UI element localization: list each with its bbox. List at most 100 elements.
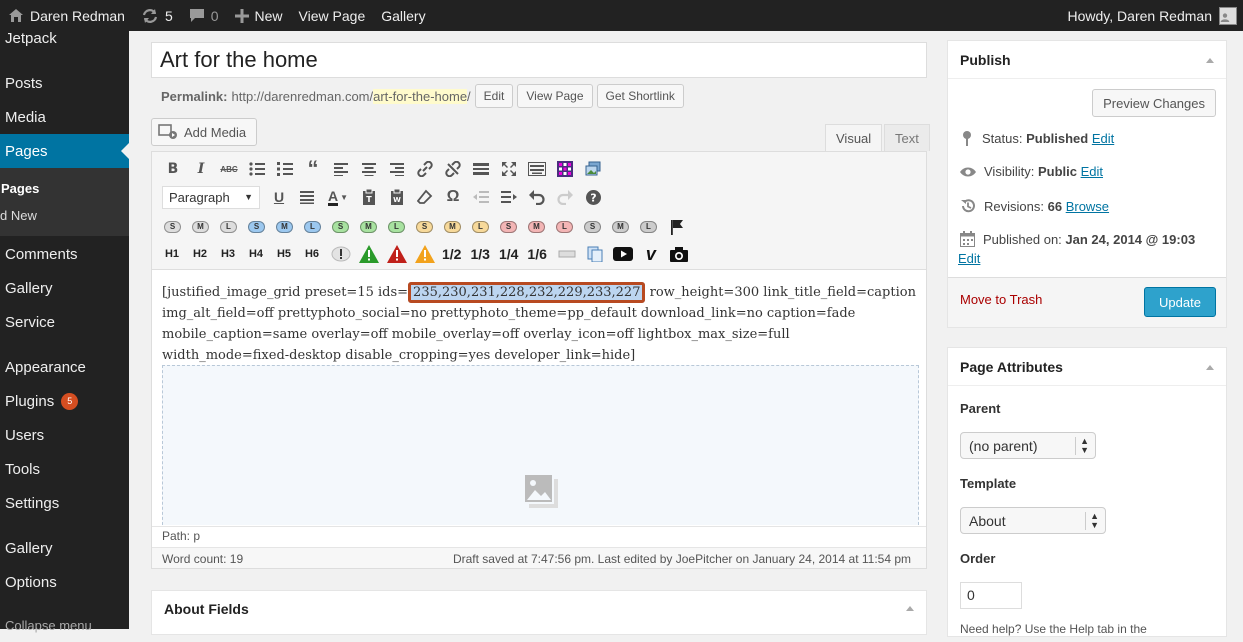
heading-1-button[interactable]: H1	[162, 248, 182, 260]
sidebar-item-gallery-2[interactable]: Gallery	[0, 531, 129, 565]
sidebar-item-posts[interactable]: Posts	[0, 66, 129, 100]
text-color-button[interactable]: A ▼	[324, 186, 352, 208]
unlink-button[interactable]	[442, 158, 464, 180]
bullet-list-button[interactable]	[246, 158, 268, 180]
error-alert-button[interactable]	[386, 243, 408, 265]
update-button[interactable]: Update	[1144, 287, 1216, 317]
sidebar-item-plugins[interactable]: Plugins 5	[0, 384, 129, 418]
paste-as-text-button[interactable]: T	[358, 186, 380, 208]
shortcode-button[interactable]: S	[582, 218, 604, 236]
shortcode-button[interactable]: L	[218, 218, 240, 236]
heading-2-button[interactable]: H2	[190, 248, 210, 260]
editor-content[interactable]: [justified_image_grid preset=15 ids= 235,…	[162, 282, 918, 366]
fullscreen-button[interactable]	[498, 158, 520, 180]
chevron-up-icon[interactable]	[1206, 365, 1214, 370]
tab-visual[interactable]: Visual	[825, 124, 883, 151]
browse-revisions-link[interactable]: Browse	[1066, 199, 1109, 214]
move-to-trash-link[interactable]: Move to Trash	[960, 292, 1042, 307]
preview-changes-button[interactable]: Preview Changes	[1092, 89, 1216, 117]
italic-button[interactable]: I	[190, 158, 212, 180]
justify-button[interactable]	[296, 186, 318, 208]
get-shortlink-button[interactable]: Get Shortlink	[596, 84, 684, 108]
paste-from-word-button[interactable]: W	[386, 186, 408, 208]
warning-alert-button[interactable]	[414, 243, 436, 265]
shortcode-button[interactable]: L	[386, 218, 408, 236]
special-character-button[interactable]: Ω	[442, 186, 464, 208]
sidebar-item-users[interactable]: Users	[0, 418, 129, 452]
sidebar-item-settings[interactable]: Settings	[0, 486, 129, 520]
order-input[interactable]: 0	[960, 582, 1022, 609]
heading-3-button[interactable]: H3	[218, 248, 238, 260]
permalink-slug[interactable]: art-for-the-home	[373, 88, 468, 104]
column-third-button[interactable]: 1/3	[470, 246, 489, 262]
indent-button[interactable]	[498, 186, 520, 208]
column-quarter-button[interactable]: 1/4	[499, 246, 518, 262]
tab-text[interactable]: Text	[884, 124, 930, 151]
sidebar-item-tools[interactable]: Tools	[0, 452, 129, 486]
chevron-up-icon[interactable]	[1206, 58, 1214, 63]
parent-select[interactable]: (no parent) ▲ ▼	[960, 432, 1096, 459]
chevron-up-icon[interactable]	[906, 606, 914, 611]
toolbar-toggle-button[interactable]	[526, 158, 548, 180]
align-center-button[interactable]	[358, 158, 380, 180]
shortcode-button[interactable]: M	[442, 218, 464, 236]
clear-formatting-button[interactable]	[414, 186, 436, 208]
sidebar-item-appearance[interactable]: Appearance	[0, 350, 129, 384]
redo-button[interactable]	[554, 186, 576, 208]
new-content-link[interactable]: New	[227, 0, 291, 31]
my-account-link[interactable]: Howdy, Daren Redman	[1060, 0, 1243, 31]
heading-5-button[interactable]: H5	[274, 248, 294, 260]
underline-button[interactable]: U	[268, 186, 290, 208]
comments-link[interactable]: 0	[181, 0, 227, 31]
blockquote-button[interactable]: “	[302, 158, 324, 180]
shortcode-button[interactable]: S	[162, 218, 184, 236]
shortcode-button[interactable]: M	[358, 218, 380, 236]
submenu-all-pages[interactable]: Pages	[1, 181, 39, 196]
gallery-grid-button[interactable]	[554, 158, 576, 180]
sidebar-item-options[interactable]: Options	[0, 565, 129, 599]
gallery-link[interactable]: Gallery	[373, 0, 433, 31]
numbered-list-button[interactable]	[274, 158, 296, 180]
notice-button[interactable]	[330, 243, 352, 265]
edit-slug-button[interactable]: Edit	[474, 84, 514, 108]
template-select[interactable]: About ▲ ▼	[960, 507, 1106, 534]
sidebar-item-comments[interactable]: Comments	[0, 237, 129, 271]
shortcode-button[interactable]: M	[190, 218, 212, 236]
bold-button[interactable]: B	[162, 158, 184, 180]
sidebar-item-media[interactable]: Media	[0, 100, 129, 134]
shortcode-button[interactable]: L	[302, 218, 324, 236]
shortcode-button[interactable]: M	[610, 218, 632, 236]
format-select[interactable]: Paragraph ▼	[162, 185, 260, 209]
insert-more-button[interactable]	[470, 158, 492, 180]
tabs-button[interactable]	[584, 243, 606, 265]
shortcode-button[interactable]: L	[638, 218, 660, 236]
collapse-menu-button[interactable]: Collapse menu	[0, 608, 129, 642]
heading-6-button[interactable]: H6	[302, 248, 322, 260]
shortcode-button[interactable]: L	[554, 218, 576, 236]
align-left-button[interactable]	[330, 158, 352, 180]
submenu-add-new[interactable]: d New	[0, 208, 37, 223]
column-sixth-button[interactable]: 1/6	[527, 246, 546, 262]
heading-4-button[interactable]: H4	[246, 248, 266, 260]
edit-status-link[interactable]: Edit	[1092, 131, 1114, 146]
divider-button[interactable]	[556, 243, 578, 265]
sidebar-item-gallery[interactable]: Gallery	[0, 271, 129, 305]
shortcode-button[interactable]: M	[274, 218, 296, 236]
photo-button[interactable]	[668, 243, 690, 265]
view-page-link[interactable]: View Page	[291, 0, 374, 31]
edit-visibility-link[interactable]: Edit	[1081, 164, 1103, 179]
success-alert-button[interactable]	[358, 243, 380, 265]
youtube-button[interactable]	[612, 243, 634, 265]
align-right-button[interactable]	[386, 158, 408, 180]
shortcode-button[interactable]: S	[246, 218, 268, 236]
shortcode-button[interactable]: L	[470, 218, 492, 236]
updates-link[interactable]: 5	[133, 0, 181, 31]
shortcode-button[interactable]: S	[414, 218, 436, 236]
help-button[interactable]: ?	[582, 186, 604, 208]
shortcode-button[interactable]: M	[526, 218, 548, 236]
view-page-button[interactable]: View Page	[517, 84, 593, 108]
outdent-button[interactable]	[470, 186, 492, 208]
shortcode-button[interactable]: S	[330, 218, 352, 236]
slideshow-button[interactable]	[582, 158, 604, 180]
strikethrough-button[interactable]: ABC	[218, 158, 240, 180]
